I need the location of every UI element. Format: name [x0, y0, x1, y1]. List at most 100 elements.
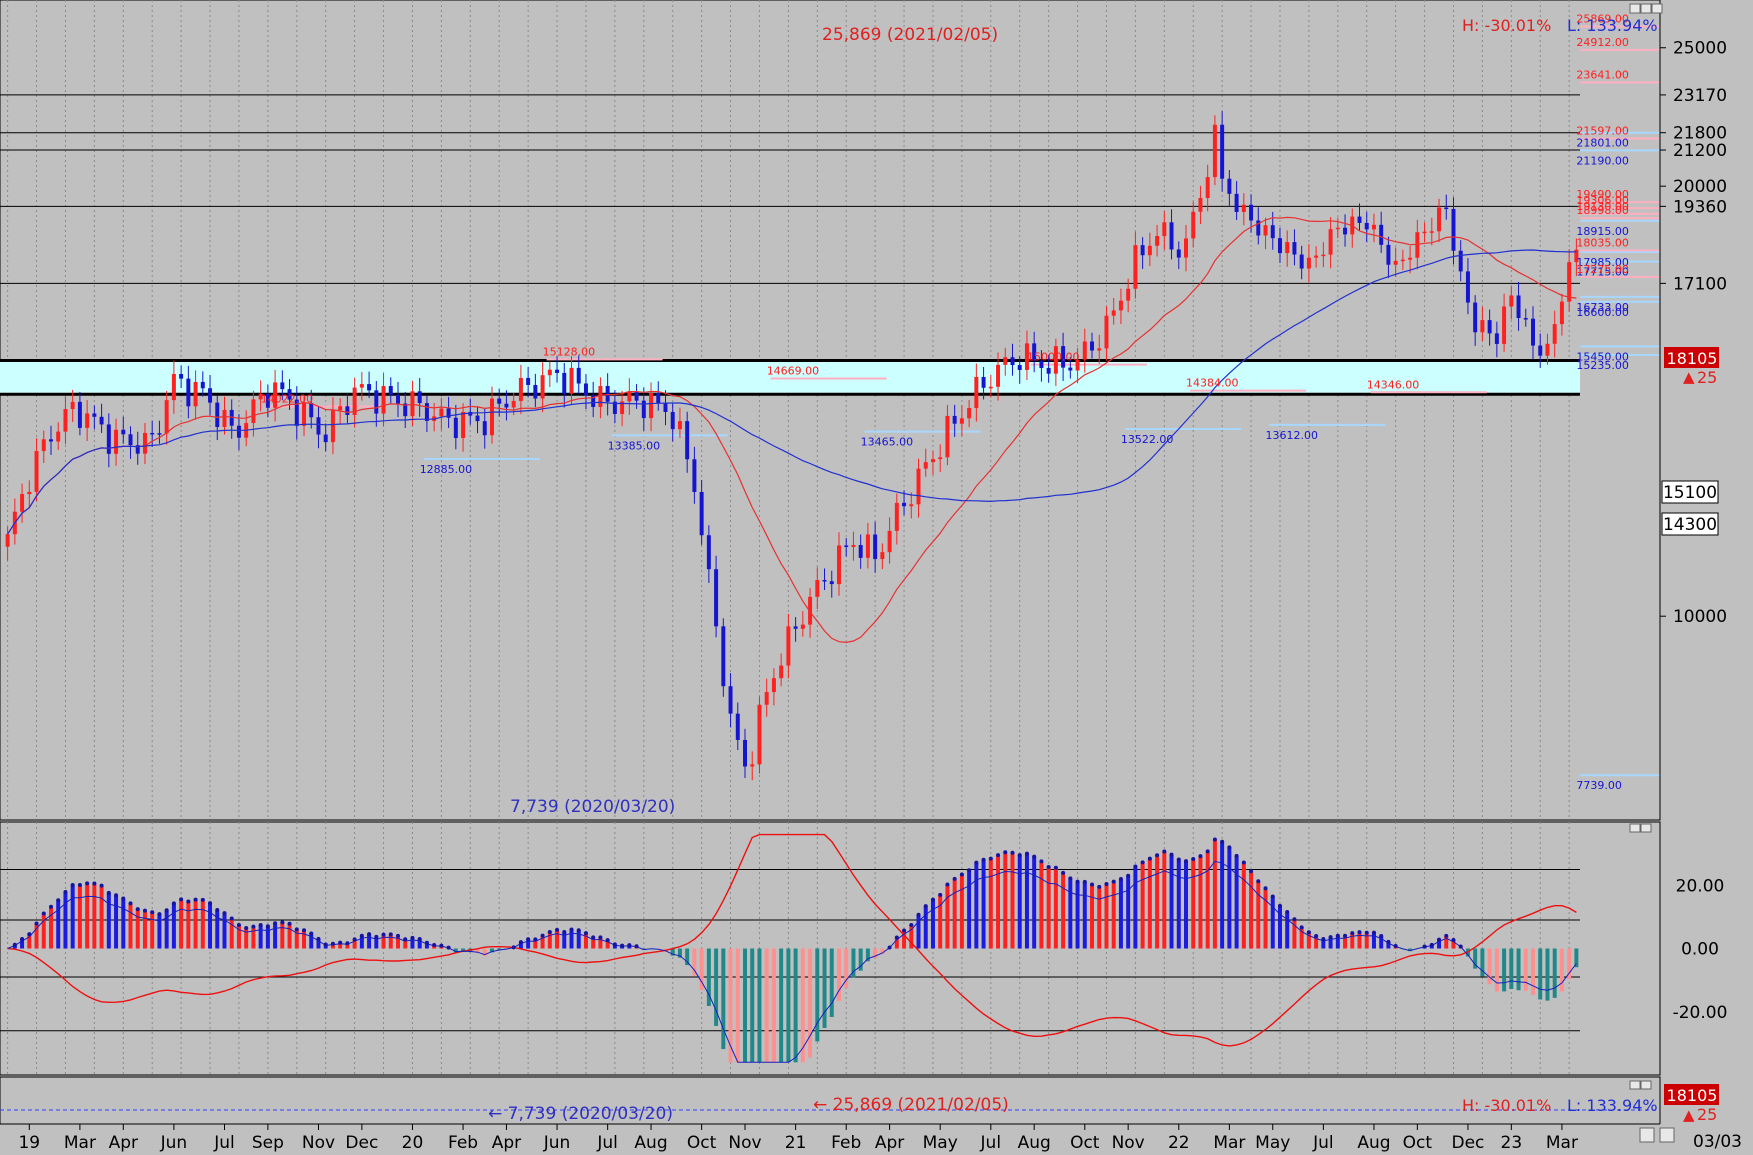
- oscillator-dot: [555, 927, 560, 932]
- oscillator-dot: [27, 932, 32, 937]
- histogram-bar: [49, 906, 53, 949]
- histogram-bar: [1350, 933, 1355, 949]
- candle-body: [99, 416, 104, 425]
- candle-body: [1241, 204, 1246, 213]
- candle-body: [1494, 333, 1499, 344]
- oscillator-dot: [562, 929, 567, 934]
- oscillator-dot: [952, 876, 957, 881]
- zone-top-tag-label: 15100: [1663, 483, 1717, 503]
- histogram-bar: [265, 926, 270, 949]
- candle-body: [692, 459, 697, 492]
- price-annotation: 14022.00: [261, 392, 314, 405]
- oscillator-dot: [1350, 931, 1355, 936]
- candle-body: [1220, 124, 1225, 179]
- overview-low-label: ← 7,739 (2020/03/20): [488, 1104, 673, 1124]
- oscillator-dot: [200, 897, 205, 902]
- histogram-bar: [1061, 872, 1066, 949]
- candle-body: [381, 386, 386, 414]
- histogram-bar: [251, 926, 256, 949]
- candle-body: [208, 388, 213, 403]
- oscillator-dot: [1386, 939, 1391, 944]
- oscillator-panel-buttons[interactable]: [1629, 823, 1652, 833]
- oscillator-dot: [1061, 870, 1066, 875]
- time-tick-label: Dec: [1451, 1133, 1484, 1153]
- candle-body: [865, 534, 870, 558]
- candle-body: [1249, 204, 1254, 221]
- candle-body: [34, 451, 39, 492]
- oscillator-dot: [70, 883, 75, 888]
- histogram-bar: [1090, 884, 1095, 949]
- price-tick-label: 19360: [1673, 197, 1727, 217]
- candle: [1212, 115, 1217, 186]
- candle-body: [902, 502, 907, 507]
- candle-body: [1437, 207, 1442, 232]
- histogram-bar: [1538, 948, 1543, 1000]
- histogram-bar: [808, 948, 813, 1058]
- time-tick-label: Jul: [1312, 1133, 1334, 1153]
- oscillator-dot: [63, 889, 68, 894]
- oscillator-dot: [1046, 864, 1051, 869]
- overview-panel-buttons[interactable]: [1629, 1080, 1652, 1090]
- candle-body: [1263, 225, 1268, 236]
- oscillator-dot: [1198, 854, 1203, 859]
- oscillator-dot: [1444, 933, 1449, 938]
- oscillator-dot: [1321, 936, 1326, 941]
- oscillator-dot: [1458, 944, 1463, 949]
- oscillator-dot: [1314, 934, 1319, 939]
- candle-body: [1191, 211, 1196, 239]
- oscillator-dot: [244, 925, 249, 930]
- histogram-bar: [1140, 862, 1145, 949]
- oscillator-dot: [410, 935, 415, 940]
- main-panel-buttons[interactable]: [1629, 3, 1663, 14]
- candle-body: [1509, 295, 1514, 307]
- oscillator-dot: [92, 881, 97, 886]
- time-tick-label: Nov: [1112, 1133, 1145, 1153]
- histogram-bar: [829, 948, 834, 1017]
- histogram-bar: [70, 885, 75, 949]
- candle-body: [786, 626, 791, 666]
- candle-body: [1090, 341, 1095, 351]
- candle-body: [938, 457, 943, 460]
- candle-body: [851, 545, 856, 547]
- price-annotation: 21801.00: [1576, 137, 1629, 150]
- oscillator-dot: [128, 901, 133, 906]
- histogram-bar: [1205, 851, 1210, 949]
- oscillator-dot: [569, 927, 574, 932]
- oscillator-dot: [338, 940, 343, 945]
- oscillator-dot: [352, 937, 357, 942]
- candle-body: [1299, 254, 1304, 269]
- histogram-bar: [576, 930, 581, 949]
- candle-body: [555, 369, 560, 373]
- histogram-bar: [179, 899, 184, 949]
- histogram-bar: [1017, 855, 1022, 949]
- time-tick-label: Mar: [1546, 1133, 1578, 1153]
- oscillator-dot: [1249, 869, 1254, 874]
- price-annotation: 13612.00: [1266, 429, 1319, 442]
- oscillator-dot: [1429, 942, 1434, 947]
- histogram-bar: [1104, 883, 1109, 949]
- histogram-bar: [171, 903, 176, 949]
- candle-body: [735, 713, 740, 740]
- histogram-bar: [1162, 851, 1167, 949]
- candle-body: [627, 391, 632, 402]
- candle-body: [562, 372, 567, 394]
- oscillator-dot: [302, 928, 307, 933]
- price-tick-label: 10000: [1673, 607, 1727, 627]
- oscillator-dot: [309, 931, 314, 936]
- oscillator-dot: [374, 934, 379, 939]
- stats-high: H: -30.01%: [1462, 16, 1551, 35]
- candle-body: [894, 502, 899, 531]
- candle-body: [569, 367, 574, 394]
- histogram-bar: [1176, 859, 1181, 949]
- candle-body: [251, 399, 256, 424]
- time-tick-label: Aug: [1018, 1133, 1051, 1153]
- candle-body: [1408, 257, 1413, 260]
- oscillator-dot: [77, 883, 82, 888]
- histogram-bar: [1198, 856, 1203, 949]
- candle-body: [1451, 208, 1456, 251]
- candle-body: [598, 386, 603, 407]
- histogram-bar: [1531, 948, 1535, 996]
- oscillator-dot: [627, 943, 632, 948]
- histogram-bar: [1126, 875, 1131, 949]
- candle-body: [121, 429, 126, 435]
